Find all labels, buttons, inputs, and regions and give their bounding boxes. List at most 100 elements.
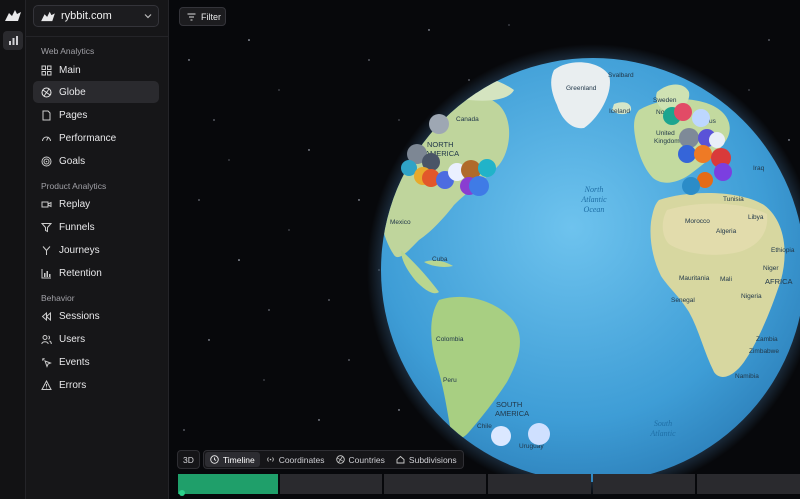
globe-toolbar: 3D Timeline Coordinates Countries Subdiv…	[177, 450, 464, 469]
sidebar-item-pages[interactable]: Pages	[33, 104, 159, 126]
visitor-avatar[interactable]	[709, 132, 725, 148]
sidebar-item-sessions[interactable]: Sessions	[33, 305, 159, 327]
visitor-avatar[interactable]	[478, 159, 496, 177]
label-ethiopia: Ethiopia	[771, 247, 795, 254]
sidebar-item-label: Retention	[59, 267, 102, 279]
label-north-atlantic-3: Ocean	[584, 205, 605, 214]
sidebar-item-label: Globe	[59, 86, 86, 98]
label-algeria: Algeria	[716, 228, 737, 235]
section-title-product-analytics: Product Analytics	[41, 181, 107, 191]
timeline-segment[interactable]	[697, 474, 800, 494]
3d-toggle-button[interactable]: 3D	[177, 450, 200, 469]
app-rail	[0, 0, 26, 499]
timeline-handle[interactable]	[179, 490, 185, 496]
label-zimbabwe: Zimbabwe	[749, 348, 779, 355]
sidebar-item-goals[interactable]: Goals	[33, 150, 159, 172]
label-sweden: Sweden	[653, 97, 677, 104]
rybbit-logo-icon[interactable]	[4, 8, 22, 22]
label-niger: Niger	[763, 265, 779, 272]
timeline-bar[interactable]	[178, 474, 800, 494]
chevron-down-icon	[144, 14, 152, 19]
timeline-segment[interactable]	[488, 474, 591, 494]
visitor-avatar[interactable]	[528, 423, 550, 445]
filter-label: Filter	[201, 11, 221, 22]
clock-icon	[210, 455, 219, 464]
visitor-avatar[interactable]	[674, 103, 692, 121]
grid-icon	[41, 65, 52, 75]
sidebar-item-retention[interactable]: Retention	[33, 262, 159, 284]
globe-canvas[interactable]: Canada NORTH AMERICA Mexico Cuba Colombi…	[169, 0, 800, 499]
label-nigeria: Nigeria	[741, 293, 762, 300]
tab-label: Countries	[348, 454, 385, 465]
label-united-kingdom-1: United	[656, 130, 675, 137]
label-north-america-1: NORTH	[427, 140, 454, 149]
timeline-segment[interactable]	[592, 474, 696, 494]
visitor-avatar[interactable]	[469, 176, 489, 196]
timeline-segment[interactable]	[384, 474, 487, 494]
sidebar-item-label: Users	[59, 333, 86, 345]
label-namibia: Namibia	[735, 373, 759, 380]
label-peru: Peru	[443, 377, 457, 384]
sidebar-item-users[interactable]: Users	[33, 328, 159, 350]
signal-icon	[266, 457, 274, 462]
section-title-web-analytics: Web Analytics	[41, 46, 95, 56]
label-mauritania: Mauritania	[679, 275, 710, 282]
site-selector[interactable]: rybbit.com	[33, 5, 159, 27]
sidebar-item-main[interactable]: Main	[33, 59, 159, 81]
label-svalbard: Svalbard	[608, 72, 634, 79]
sidebar-item-events[interactable]: Events	[33, 351, 159, 373]
label-iceland: Iceland	[609, 108, 630, 115]
tab-timeline[interactable]: Timeline	[204, 452, 260, 467]
label-iraq: Iraq	[753, 165, 765, 172]
funnel-icon	[41, 222, 52, 232]
video-icon	[41, 201, 52, 207]
target-icon	[41, 156, 52, 166]
split-icon	[42, 245, 51, 255]
sidebar-item-replay[interactable]: Replay	[33, 193, 159, 215]
tab-coordinates[interactable]: Coordinates	[261, 452, 330, 467]
visitor-avatar[interactable]	[491, 426, 511, 446]
label-chile: Chile	[477, 423, 492, 430]
sidebar-item-label: Main	[59, 64, 81, 76]
gauge-icon	[42, 136, 51, 141]
rybbit-logo-icon	[41, 11, 55, 22]
section-title-behavior: Behavior	[41, 293, 75, 303]
label-south-atlantic-1: South	[654, 419, 672, 428]
sidebar-item-label: Journeys	[59, 244, 100, 256]
visitor-avatar[interactable]	[694, 145, 712, 163]
timeline-segment[interactable]	[178, 474, 278, 494]
sidebar-item-globe[interactable]: Globe	[33, 81, 159, 103]
sidebar-item-funnels[interactable]: Funnels	[33, 216, 159, 238]
label-tunisia: Tunisia	[723, 196, 744, 203]
visitor-avatar[interactable]	[682, 177, 700, 195]
sidebar-item-errors[interactable]: Errors	[33, 374, 159, 396]
sidebar-item-label: Errors	[59, 379, 87, 391]
label-colombia: Colombia	[436, 336, 464, 343]
tab-subdivisions[interactable]: Subdivisions	[391, 452, 462, 467]
tab-label: Timeline	[222, 454, 255, 465]
label-united-kingdom-2: Kingdom	[654, 138, 680, 145]
visitor-avatar[interactable]	[678, 145, 696, 163]
filter-button[interactable]: Filter	[179, 7, 226, 26]
label-north-atlantic-1: North	[584, 185, 604, 194]
label-mali: Mali	[720, 276, 732, 283]
view-mode-tabs: Timeline Coordinates Countries Subdivisi…	[202, 450, 464, 469]
sidebar-item-label: Replay	[59, 198, 91, 210]
visitor-avatar[interactable]	[429, 114, 449, 134]
label-mexico: Mexico	[390, 219, 411, 226]
visitor-avatar[interactable]	[692, 109, 710, 127]
file-icon	[42, 110, 51, 120]
visitor-avatar[interactable]	[679, 128, 699, 148]
sidebar-item-performance[interactable]: Performance	[33, 127, 159, 149]
label-zambia: Zambia	[756, 336, 778, 343]
tab-countries[interactable]: Countries	[331, 452, 390, 467]
label-africa: AFRICA	[765, 277, 793, 286]
label-south-atlantic-2: Atlantic	[649, 429, 676, 438]
timeline-segment[interactable]	[279, 474, 382, 494]
label-north-atlantic-2: Atlantic	[580, 195, 607, 204]
sidebar-item-label: Funnels	[59, 221, 95, 233]
analytics-rail-button[interactable]	[3, 31, 23, 50]
sidebar-item-journeys[interactable]: Journeys	[33, 239, 159, 261]
visitor-avatar[interactable]	[714, 163, 732, 181]
warning-icon	[41, 379, 52, 390]
